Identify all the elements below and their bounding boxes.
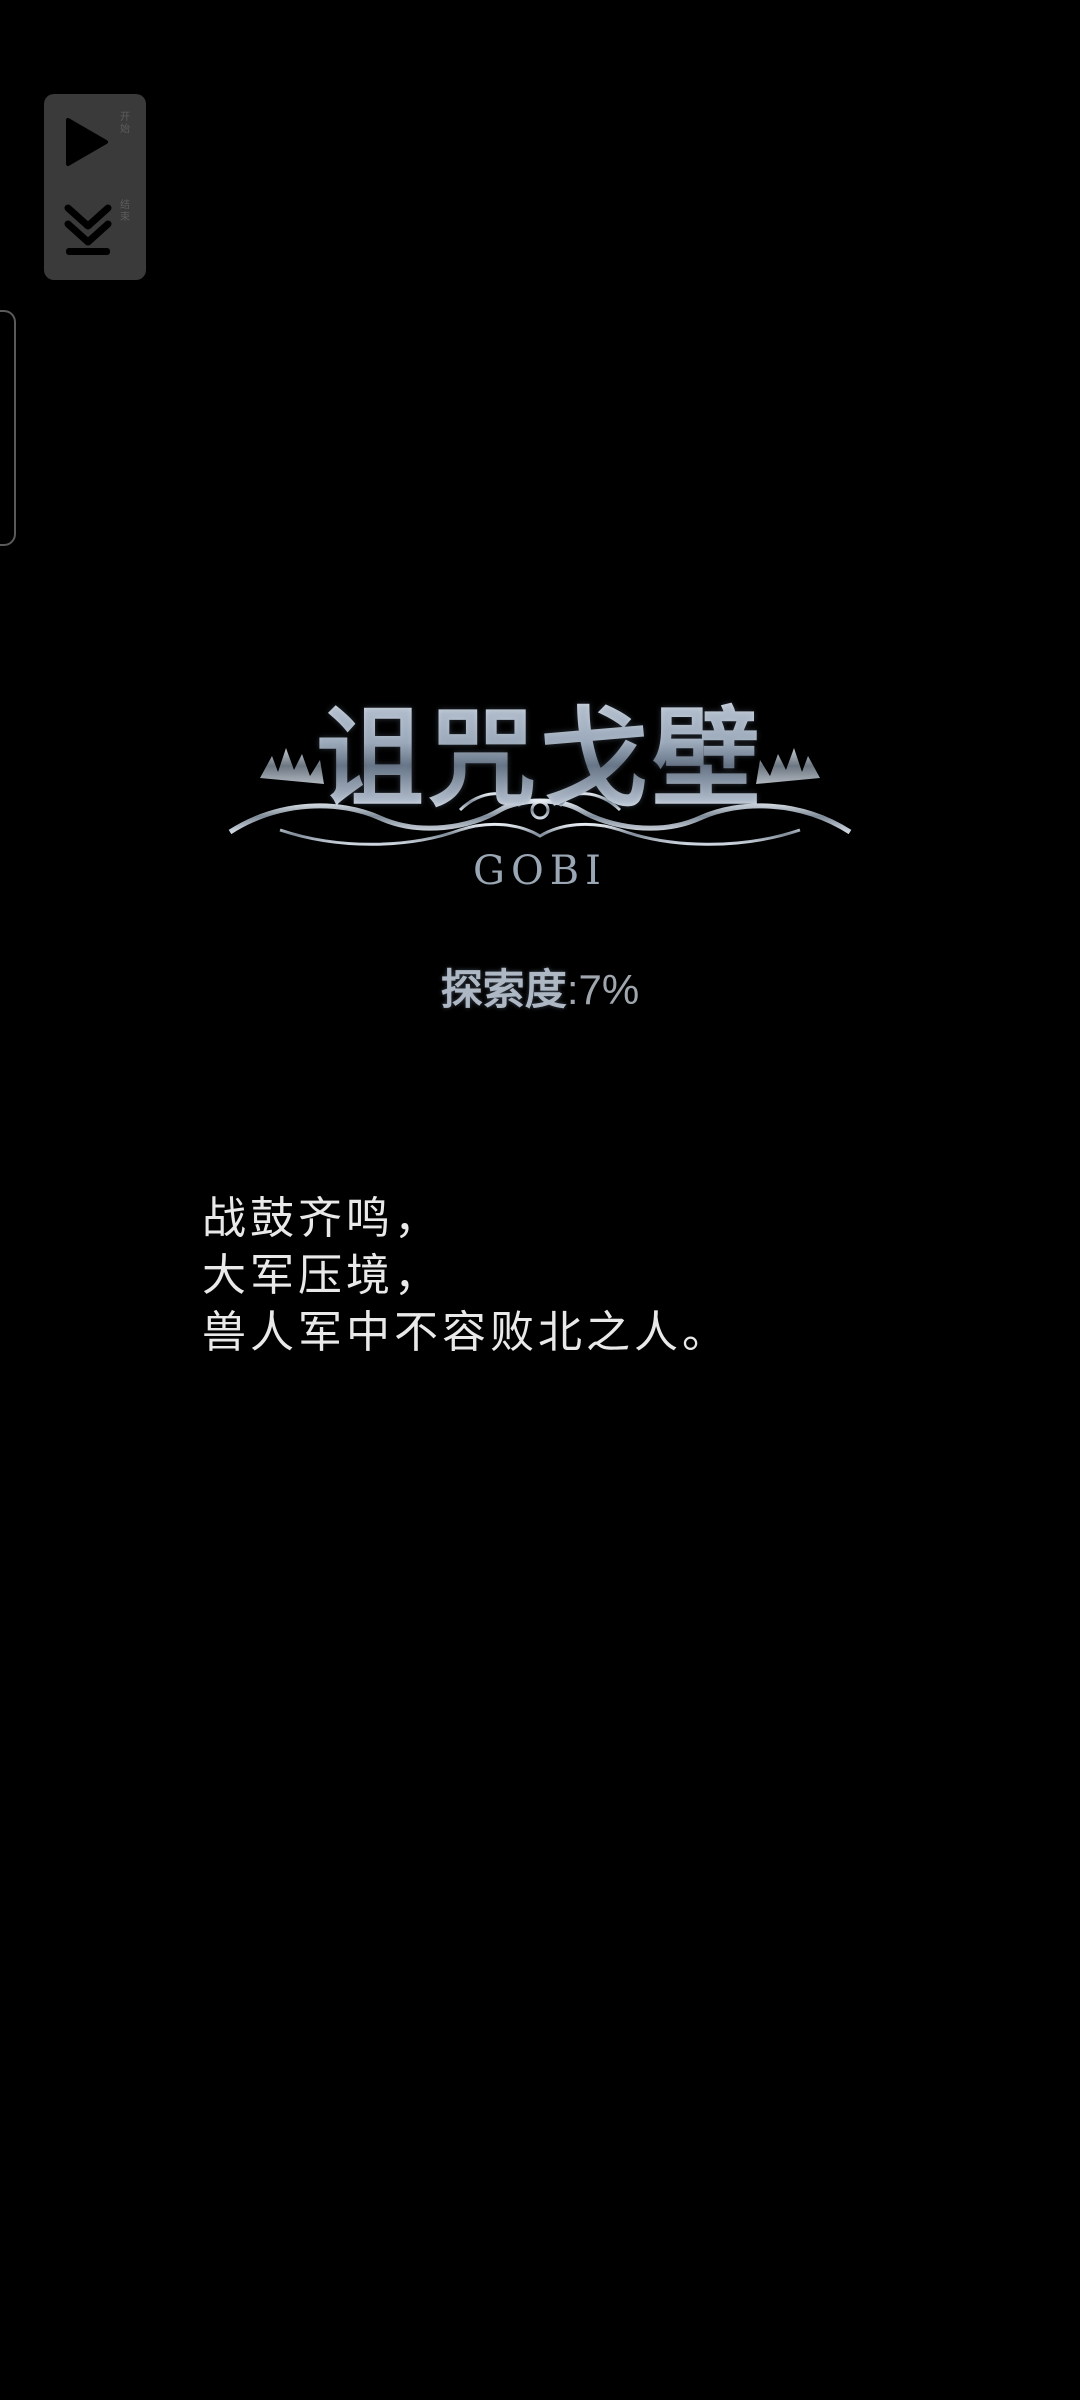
exploration-value: 7% (578, 966, 640, 1013)
story-line-2: 大军压境， (202, 1250, 442, 1301)
story-line-3: 兽人军中不容败北之人。 (202, 1307, 730, 1358)
stop-record-button[interactable]: 结束 (44, 190, 146, 270)
collapse-down-icon (64, 204, 112, 255)
story-text: 战鼓齐鸣， 大军压境， 兽人军中不容败北之人。 (202, 1190, 1022, 1361)
start-record-label: 开始 (120, 112, 130, 135)
side-drawer-handle[interactable] (0, 310, 16, 546)
exploration-label: 探索度 (440, 965, 567, 1014)
play-icon (66, 118, 108, 166)
game-subtitle: GOBI (473, 848, 607, 894)
story-line-1: 战鼓齐鸣， (202, 1193, 442, 1244)
stop-record-label: 结束 (120, 200, 130, 223)
game-logo: 诅咒戈壁 GOBI (220, 660, 860, 910)
game-title: 诅咒戈壁 (220, 672, 860, 828)
floating-record-panel: 开始 结束 (44, 94, 146, 280)
exploration-progress: 探索度:7% (0, 960, 1080, 1020)
exploration-separator: : (566, 966, 579, 1013)
start-record-button[interactable]: 开始 (44, 102, 146, 182)
